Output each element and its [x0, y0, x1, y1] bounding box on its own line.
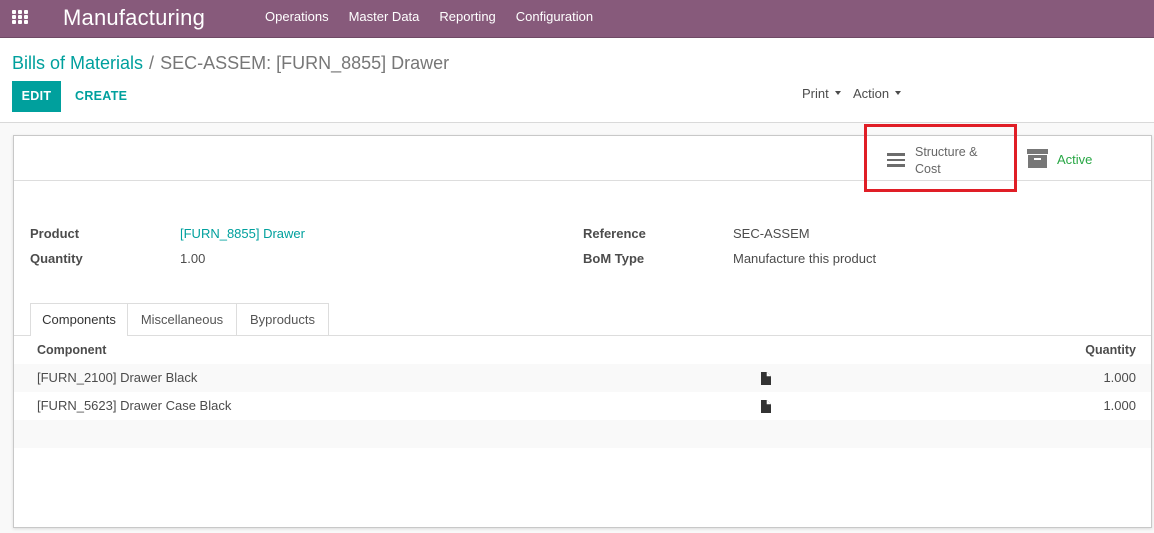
print-label: Print [802, 86, 829, 101]
table-row[interactable]: [FURN_2100] Drawer Black 1.000 [14, 364, 1151, 392]
table-header: Component Quantity [14, 336, 1151, 366]
action-label: Action [853, 86, 890, 101]
create-button[interactable]: CREATE [75, 81, 127, 112]
active-toggle-button[interactable]: Active [1016, 136, 1151, 180]
menu-configuration[interactable]: Configuration [506, 0, 603, 38]
breadcrumb-current: SEC-ASSEM: [FURN_8855] Drawer [160, 53, 450, 73]
product-label: Product [30, 226, 80, 241]
bars-icon [887, 153, 905, 167]
breadcrumb-separator: / [149, 53, 155, 73]
form-sheet: Structure & Cost Active Product [FURN_88… [13, 124, 1152, 528]
table-empty-row [14, 420, 1151, 448]
apps-grid-icon[interactable] [12, 10, 30, 24]
caret-down-icon [834, 90, 841, 95]
product-value[interactable]: [FURN_8855] Drawer [180, 225, 305, 242]
menu-operations[interactable]: Operations [255, 0, 339, 38]
button-box: Structure & Cost Active [14, 136, 1151, 181]
column-header-quantity[interactable]: Quantity [1085, 342, 1136, 359]
table-row[interactable]: [FURN_5623] Drawer Case Black 1.000 [14, 392, 1151, 420]
structure-cost-button[interactable]: Structure & Cost [866, 136, 1016, 180]
breadcrumb: Bills of Materials / SEC-ASSEM: [FURN_8855… [12, 51, 449, 75]
component-cell: [FURN_5623] Drawer Case Black [37, 398, 232, 413]
column-header-component[interactable]: Component [37, 342, 106, 359]
tab-components[interactable]: Components [30, 303, 128, 336]
reference-value: SEC-ASSEM [733, 226, 810, 241]
file-icon[interactable] [760, 372, 772, 385]
notebook-tabs: Components Miscellaneous Byproducts [14, 303, 1151, 336]
quantity-cell: 1.000 [1103, 398, 1136, 413]
bom-type-label: BoM Type [583, 251, 645, 266]
print-dropdown[interactable]: Print [802, 84, 841, 104]
action-dropdown[interactable]: Action [853, 84, 902, 104]
quantity-value: 1.00 [180, 251, 206, 266]
tab-miscellaneous[interactable]: Miscellaneous [128, 303, 237, 335]
caret-down-icon [895, 90, 902, 95]
archive-icon [1027, 149, 1048, 169]
bom-type-value: Manufacture this product [733, 251, 877, 266]
menu-master-data[interactable]: Master Data [339, 0, 430, 38]
product-link[interactable]: [FURN_8855] Drawer [180, 226, 305, 241]
structure-cost-label: Structure & Cost [915, 145, 978, 176]
tab-byproducts[interactable]: Byproducts [237, 303, 329, 335]
quantity-cell: 1.000 [1103, 370, 1136, 385]
top-navbar: Manufacturing Operations Master Data Rep… [0, 0, 1154, 38]
quantity-label: Quantity [30, 251, 83, 266]
reference-label: Reference [583, 226, 646, 241]
menu-reporting[interactable]: Reporting [429, 0, 505, 38]
active-label: Active [1057, 152, 1093, 167]
file-icon[interactable] [760, 400, 772, 413]
component-cell: [FURN_2100] Drawer Black [37, 370, 198, 385]
main-menu: Operations Master Data Reporting Configu… [255, 0, 603, 38]
app-title[interactable]: Manufacturing [63, 5, 205, 31]
edit-button[interactable]: EDIT [12, 81, 61, 112]
breadcrumb-parent[interactable]: Bills of Materials [12, 53, 143, 73]
